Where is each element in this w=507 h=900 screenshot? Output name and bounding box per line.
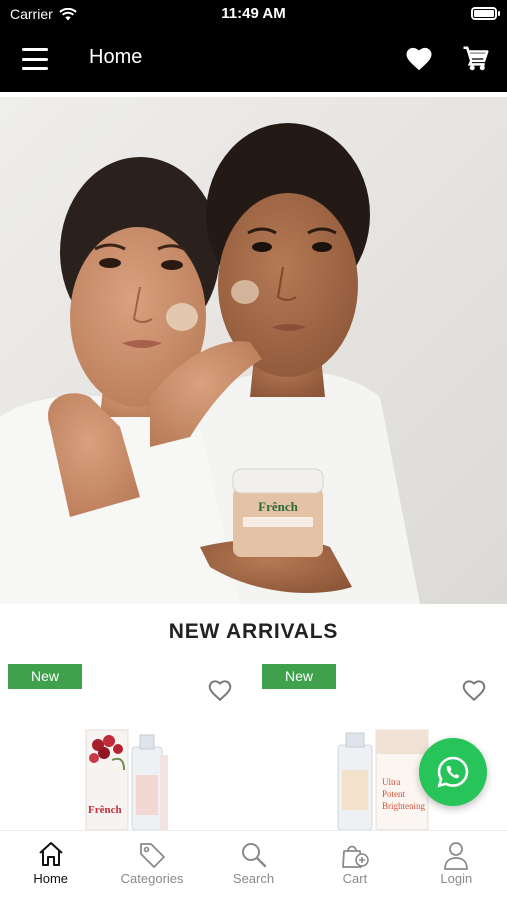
jar-brand-text: Frênch <box>258 499 298 514</box>
tab-home[interactable]: Home <box>0 831 101 900</box>
heart-icon[interactable] <box>404 44 434 74</box>
tab-label: Login <box>440 871 473 886</box>
whatsapp-icon <box>437 756 469 788</box>
cart-add-icon <box>342 845 369 868</box>
hamburger-menu-icon[interactable] <box>22 48 48 70</box>
status-bar: Carrier 11:49 AM <box>0 0 507 28</box>
product-card[interactable]: New Frênch <box>8 660 253 830</box>
heart-outline-icon[interactable] <box>461 678 487 702</box>
user-icon <box>444 842 469 870</box>
tab-label: Cart <box>342 871 368 886</box>
tab-label: Home <box>33 871 69 886</box>
product-box-text-3: Brightening <box>382 801 425 811</box>
whatsapp-button[interactable] <box>419 738 487 806</box>
home-icon <box>39 842 63 866</box>
heart-outline-icon[interactable] <box>207 678 233 702</box>
tag-icon <box>140 843 166 868</box>
tab-search[interactable]: Search <box>203 831 304 900</box>
page-title: Home <box>89 46 143 68</box>
tab-label: Search <box>232 871 275 886</box>
tab-login[interactable]: Login <box>406 831 507 900</box>
product-image: Frênch <box>85 729 168 830</box>
hero-banner[interactable]: Frênch <box>0 97 507 604</box>
hero-image: Frênch <box>0 97 507 604</box>
new-badge: New <box>262 664 336 689</box>
bottom-tab-bar: Home Categories Search Cart Login <box>0 830 507 900</box>
battery-icon <box>471 7 500 20</box>
cart-icon[interactable] <box>461 44 491 74</box>
product-box-text-2: Potent <box>382 789 406 799</box>
tab-cart[interactable]: Cart <box>304 831 405 900</box>
search-icon <box>241 843 266 868</box>
product-brand-text: Frênch <box>88 804 122 816</box>
section-title: NEW ARRIVALS <box>168 620 339 643</box>
tab-label: Categories <box>120 871 184 886</box>
top-nav-bar: Home <box>0 28 507 92</box>
status-time: 11:49 AM <box>221 5 286 22</box>
product-image: Ultra Potent Brightening <box>337 729 429 830</box>
product-box-text-1: Ultra <box>382 777 401 787</box>
new-badge: New <box>8 664 82 689</box>
tab-categories[interactable]: Categories <box>101 831 202 900</box>
